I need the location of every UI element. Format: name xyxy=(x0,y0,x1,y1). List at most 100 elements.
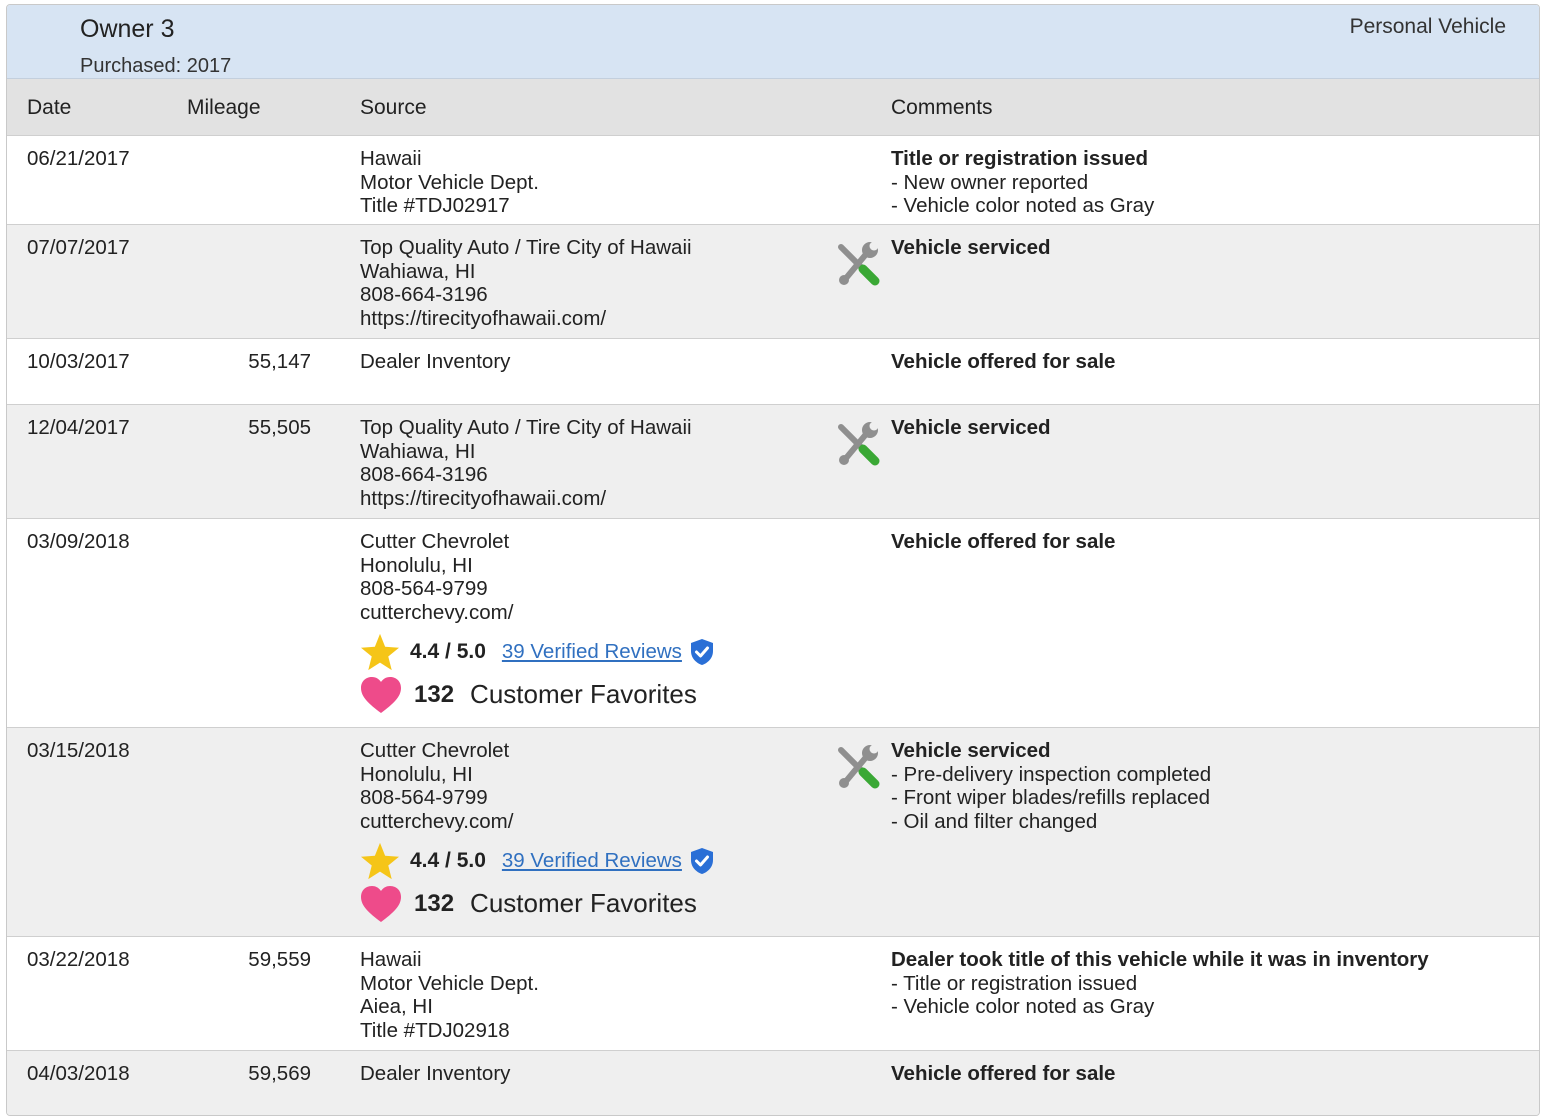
table-row: 03/15/2018 Cutter Chevrolet Honolulu, HI… xyxy=(7,728,1539,937)
source-line: cutterchevy.com/ xyxy=(360,809,514,833)
comment-line: - Vehicle color noted as Gray xyxy=(891,194,1155,217)
comment-line: - Title or registration issued xyxy=(891,971,1138,995)
customer-favorites: 132 Customer Favorites xyxy=(360,882,714,926)
row-comments: Dealer took title of this vehicle while … xyxy=(891,948,1429,1019)
source-line: Top Quality Auto / Tire City of Hawaii xyxy=(360,236,692,259)
table-row: 10/03/2017 55,147 Dealer Inventory Vehic… xyxy=(7,339,1539,405)
dealer-rating: 4.4 / 5.0 39 Verified Reviews xyxy=(360,842,714,880)
table-row: 06/21/2017 Hawaii Motor Vehicle Dept. Ti… xyxy=(7,136,1539,225)
source-line: https://tirecityofhawaii.com/ xyxy=(360,486,607,510)
comment-line: - New owner reported xyxy=(891,170,1089,194)
source-line: Motor Vehicle Dept. xyxy=(360,971,539,995)
table-row: 12/04/2017 55,505 Top Quality Auto / Tir… xyxy=(7,405,1539,519)
row-comments: Vehicle offered for sale xyxy=(891,530,1115,554)
row-comments: Vehicle offered for sale xyxy=(891,1062,1115,1086)
favorites-label: Customer Favorites xyxy=(470,888,697,919)
row-mileage: 55,147 xyxy=(248,350,311,373)
source-line: 808-564-9799 xyxy=(360,786,488,809)
source-line: Aiea, HI xyxy=(360,995,433,1018)
favorites-label: Customer Favorites xyxy=(470,679,697,710)
verified-reviews-link[interactable]: 39 Verified Reviews xyxy=(502,640,682,664)
source-line: Top Quality Auto / Tire City of Hawaii xyxy=(360,416,692,439)
source-line: Motor Vehicle Dept. xyxy=(360,170,539,194)
comment-heading: Vehicle offered for sale xyxy=(891,1062,1116,1085)
comment-heading: Vehicle serviced xyxy=(891,739,1051,762)
row-comments: Title or registration issued - New owner… xyxy=(891,147,1154,218)
source-line: 808-564-9799 xyxy=(360,577,488,600)
row-source: Dealer Inventory xyxy=(360,1062,510,1086)
comment-heading: Vehicle serviced xyxy=(891,416,1051,439)
source-line: 808-664-3196 xyxy=(360,283,488,306)
comment-line: - Front wiper blades/refills replaced xyxy=(891,786,1211,809)
wrench-screwdriver-icon xyxy=(838,744,880,789)
row-source: Hawaii Motor Vehicle Dept. Title #TDJ029… xyxy=(360,147,539,218)
row-source: Cutter Chevrolet Honolulu, HI 808-564-97… xyxy=(360,739,714,926)
row-date: 03/22/2018 xyxy=(27,948,130,971)
row-mileage: 55,505 xyxy=(248,416,311,439)
favorites-count: 132 xyxy=(414,890,455,918)
verified-reviews-link[interactable]: 39 Verified Reviews xyxy=(502,849,682,873)
column-header-row: Date Mileage Source Comments xyxy=(7,79,1539,136)
row-comments: Vehicle serviced xyxy=(891,416,1051,440)
owner-history-panel: Owner 3 Purchased: 2017 Personal Vehicle… xyxy=(6,4,1540,1116)
comment-line: - Vehicle color noted as Gray xyxy=(891,995,1155,1018)
source-line: Title #TDJ02918 xyxy=(360,1018,510,1042)
source-line: Title #TDJ02917 xyxy=(360,194,510,217)
source-line: Dealer Inventory xyxy=(360,1062,511,1085)
column-header-comments: Comments xyxy=(891,96,993,119)
comment-heading: Vehicle offered for sale xyxy=(891,530,1116,553)
row-date: 12/04/2017 xyxy=(27,416,130,439)
row-date: 10/03/2017 xyxy=(27,350,130,373)
source-line: Hawaii xyxy=(360,147,422,170)
column-header-mileage: Mileage xyxy=(187,96,261,119)
owner-title: Owner 3 xyxy=(80,15,175,43)
comment-heading: Vehicle offered for sale xyxy=(891,350,1116,373)
owner-vehicle-type: Personal Vehicle xyxy=(1349,15,1506,38)
shield-check-icon xyxy=(690,639,713,665)
column-header-date: Date xyxy=(27,96,72,119)
star-icon xyxy=(361,633,399,671)
source-line: Hawaii xyxy=(360,948,422,971)
source-line: Dealer Inventory xyxy=(360,350,511,373)
row-comments: Vehicle offered for sale xyxy=(891,350,1115,374)
heart-icon xyxy=(361,677,401,713)
comment-line: - Pre-delivery inspection completed xyxy=(891,762,1212,786)
row-comments: Vehicle serviced xyxy=(891,236,1051,260)
rating-score: 4.4 / 5.0 xyxy=(410,849,486,873)
favorites-count: 132 xyxy=(414,681,455,709)
row-date: 03/09/2018 xyxy=(27,530,130,553)
source-line: Honolulu, HI xyxy=(360,553,473,577)
comment-line: - Oil and filter changed xyxy=(891,809,1098,833)
comment-heading: Vehicle serviced xyxy=(891,236,1051,259)
owner-purchased-year: Purchased: 2017 xyxy=(80,55,232,77)
column-header-source: Source xyxy=(360,96,427,119)
row-date: 03/15/2018 xyxy=(27,739,130,762)
row-source: Top Quality Auto / Tire City of Hawaii W… xyxy=(360,416,692,510)
heart-icon xyxy=(361,886,401,922)
dealer-rating: 4.4 / 5.0 39 Verified Reviews xyxy=(360,633,714,671)
row-source: Cutter Chevrolet Honolulu, HI 808-564-97… xyxy=(360,530,714,717)
table-row: 07/07/2017 Top Quality Auto / Tire City … xyxy=(7,225,1539,339)
wrench-screwdriver-icon xyxy=(838,241,880,286)
row-date: 04/03/2018 xyxy=(27,1062,130,1085)
customer-favorites: 132 Customer Favorites xyxy=(360,673,714,717)
source-line: Cutter Chevrolet xyxy=(360,739,510,762)
shield-check-icon xyxy=(690,848,713,874)
rating-score: 4.4 / 5.0 xyxy=(410,640,486,664)
table-row: 04/03/2018 59,569 Dealer Inventory Vehic… xyxy=(7,1051,1539,1115)
comment-heading: Title or registration issued xyxy=(891,147,1149,170)
source-line: Wahiawa, HI xyxy=(360,259,476,283)
owner-header: Owner 3 Purchased: 2017 Personal Vehicle xyxy=(7,5,1539,79)
row-source: Top Quality Auto / Tire City of Hawaii W… xyxy=(360,236,692,330)
star-icon xyxy=(361,842,399,880)
table-row: 03/22/2018 59,559 Hawaii Motor Vehicle D… xyxy=(7,937,1539,1051)
source-line: 808-664-3196 xyxy=(360,463,488,486)
source-line: cutterchevy.com/ xyxy=(360,600,514,624)
row-mileage: 59,569 xyxy=(248,1062,311,1085)
row-source: Dealer Inventory xyxy=(360,350,510,374)
source-line: Cutter Chevrolet xyxy=(360,530,510,553)
row-date: 06/21/2017 xyxy=(27,147,130,170)
row-date: 07/07/2017 xyxy=(27,236,130,259)
source-line: https://tirecityofhawaii.com/ xyxy=(360,306,607,330)
row-comments: Vehicle serviced - Pre-delivery inspecti… xyxy=(891,739,1211,833)
